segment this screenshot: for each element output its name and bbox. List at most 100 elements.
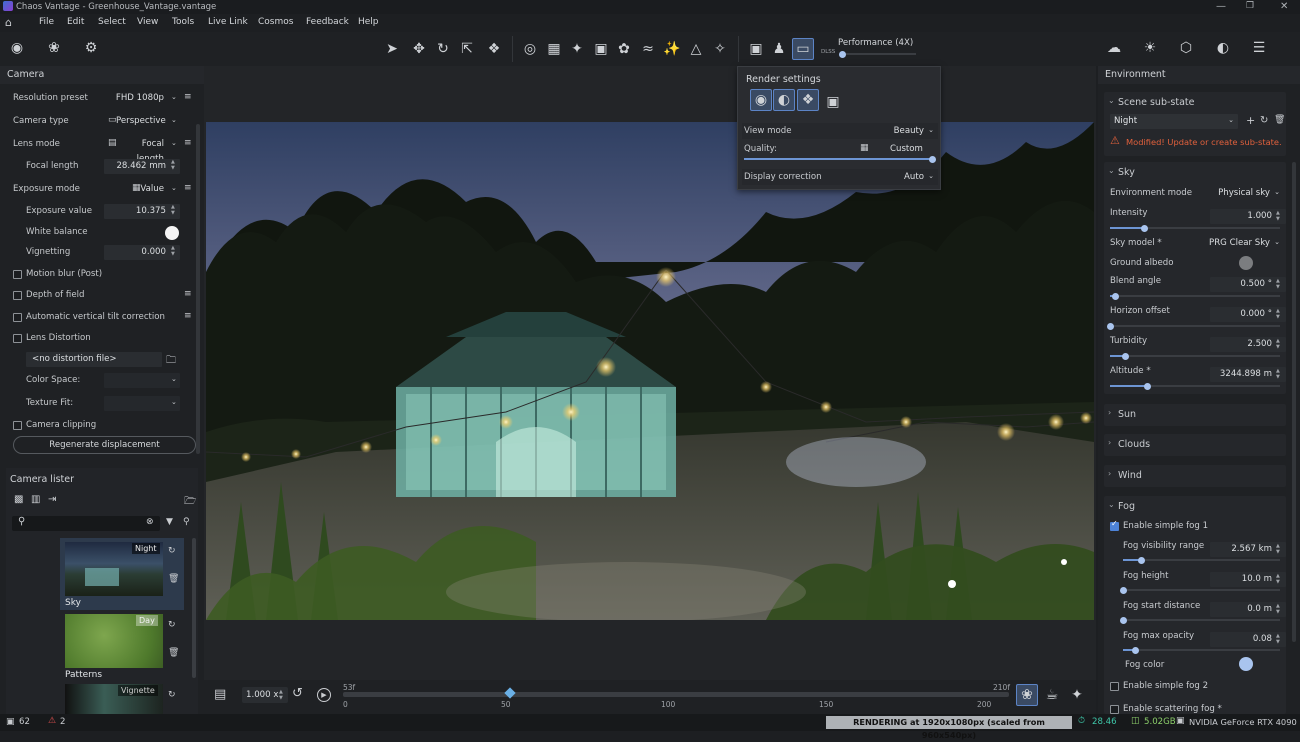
altitude-slider[interactable] xyxy=(1110,382,1280,390)
walk-mode-icon[interactable]: ♟ xyxy=(768,38,790,60)
fog-height-input[interactable]: 10.0 m xyxy=(1210,572,1286,587)
spinner-icon[interactable]: ▲ ▼ xyxy=(1276,633,1284,645)
slider-knob[interactable] xyxy=(1119,586,1127,594)
turbidity-input[interactable]: 2.500 xyxy=(1210,337,1286,352)
fog-opacity-input[interactable]: 0.08 xyxy=(1210,632,1286,647)
menu-tools[interactable]: Tools xyxy=(172,17,194,27)
objects-tab-icon[interactable]: ⬡ xyxy=(1175,37,1197,59)
render-settings-icon[interactable]: ▭ xyxy=(792,38,814,60)
timeline-track[interactable] xyxy=(343,692,1009,697)
turbidity-slider[interactable] xyxy=(1110,352,1280,360)
scatter-tool-icon[interactable]: ✿ xyxy=(613,38,635,60)
spinner-icon[interactable]: ▲ ▼ xyxy=(1276,278,1284,290)
folder-add-icon[interactable]: 🗁 xyxy=(184,494,196,511)
sun-section[interactable]: › Sun xyxy=(1104,404,1286,426)
menu-file[interactable]: File xyxy=(39,17,54,27)
spinner-icon[interactable]: ▲ ▼ xyxy=(1276,338,1284,350)
horizon-offset-slider[interactable] xyxy=(1106,322,1280,330)
intensity-input[interactable]: 1.000 xyxy=(1210,209,1286,224)
view-mode-dropdown[interactable]: Beauty xyxy=(894,126,924,136)
object-tab-icon[interactable]: ❀ xyxy=(43,37,65,59)
render-view[interactable] xyxy=(206,122,1094,620)
refresh-icon[interactable]: ↻ xyxy=(168,690,176,700)
error-icon[interactable]: ⚠ xyxy=(48,716,56,726)
close-icon[interactable]: ✕ xyxy=(1280,1,1288,12)
hq-render-icon[interactable]: ☕ xyxy=(1041,684,1063,706)
spinner-icon[interactable]: ▲ ▼ xyxy=(279,689,286,701)
chevron-down-icon[interactable]: ⌄ xyxy=(1108,96,1115,105)
fog-opacity-slider[interactable] xyxy=(1123,646,1280,654)
quality-slider[interactable] xyxy=(744,155,936,163)
sky-model-dropdown[interactable]: PRG Clear Sky xyxy=(1209,238,1270,248)
layers-tab-icon[interactable]: ☰ xyxy=(1248,37,1270,59)
add-substate-icon[interactable]: + xyxy=(1246,114,1255,127)
camera-item[interactable]: Vignette ↻ xyxy=(60,684,184,714)
camera-item[interactable]: Night Sky ↻ 🗑 xyxy=(60,538,184,610)
enable-fog2-checkbox[interactable] xyxy=(1110,682,1119,691)
slider-knob[interactable] xyxy=(928,155,936,163)
scale-tool-icon[interactable]: ⇱ xyxy=(456,38,478,60)
rotate-tool-icon[interactable]: ↻ xyxy=(432,38,454,60)
move-tool-icon[interactable]: ✥ xyxy=(408,38,430,60)
color-space-dropdown[interactable] xyxy=(104,373,180,388)
slider-knob[interactable] xyxy=(1121,352,1129,360)
ground-albedo-swatch[interactable] xyxy=(1239,256,1253,270)
camera-type-dropdown[interactable]: Perspective xyxy=(116,114,178,129)
depth-of-field-checkbox[interactable] xyxy=(13,291,22,300)
sparkle-tool-icon[interactable]: ✨ xyxy=(661,38,683,60)
display-correction-dropdown[interactable]: Auto xyxy=(904,172,924,182)
folder-icon[interactable]: 🗀 xyxy=(166,353,176,370)
performance-slider[interactable] xyxy=(839,50,916,58)
import-camera-icon[interactable]: ⇥ xyxy=(48,494,56,505)
panel-scrollbar[interactable] xyxy=(1292,162,1296,642)
slider-knob[interactable] xyxy=(1111,292,1119,300)
add-camera-icon[interactable]: ▩ xyxy=(14,494,23,505)
spinner-icon[interactable]: ▲ ▼ xyxy=(1276,210,1284,222)
menu-edit[interactable]: Edit xyxy=(67,17,84,27)
slider-knob[interactable] xyxy=(1106,322,1114,330)
settings-tab-icon[interactable]: ⚙ xyxy=(80,37,102,59)
altitude-input[interactable]: 3244.898 m xyxy=(1210,367,1286,382)
decal-tool-icon[interactable]: ▣ xyxy=(590,38,612,60)
regenerate-displacement-button[interactable]: Regenerate displacement xyxy=(13,436,196,454)
fog-start-slider[interactable] xyxy=(1119,616,1280,624)
slider-knob[interactable] xyxy=(839,50,846,58)
menu-cosmos[interactable]: Cosmos xyxy=(258,17,293,27)
live-render-icon[interactable]: ❀ xyxy=(1016,684,1038,706)
home-icon[interactable]: ⌂ xyxy=(5,16,12,29)
fog-color-swatch[interactable] xyxy=(1239,657,1253,671)
spinner-icon[interactable]: ▲ ▼ xyxy=(171,204,196,216)
clouds-section[interactable]: › Clouds xyxy=(1104,434,1286,456)
menu-select[interactable]: Select xyxy=(98,17,126,27)
sliders-icon[interactable]: ≡ xyxy=(184,311,192,321)
sliders-icon[interactable]: ≡ xyxy=(184,183,192,193)
render-snapshot-icon[interactable]: ▣ xyxy=(822,91,844,113)
wind-tool-icon[interactable]: ≈ xyxy=(637,38,659,60)
chevron-down-icon[interactable]: ⌄ xyxy=(1108,166,1115,175)
focal-length-input[interactable]: 28.462 mm xyxy=(104,159,180,174)
delete-substate-icon[interactable]: 🗑 xyxy=(1274,115,1285,125)
select-tool-icon[interactable]: ➤ xyxy=(381,38,403,60)
lens-distortion-checkbox[interactable] xyxy=(13,334,22,343)
effect-tool-icon[interactable]: ✧ xyxy=(709,38,731,60)
vignetting-input[interactable]: 0.000 xyxy=(104,245,180,260)
sliders-icon[interactable]: ≡ xyxy=(184,92,192,102)
spinner-icon[interactable]: ▲ ▼ xyxy=(171,245,196,257)
menu-view[interactable]: View xyxy=(137,17,158,27)
panel-scrollbar[interactable] xyxy=(196,124,200,454)
blend-angle-slider[interactable] xyxy=(1110,292,1280,300)
quality-preset-icon[interactable]: ▦ xyxy=(860,143,869,153)
chevron-down-icon[interactable]: ⌄ xyxy=(1108,500,1115,509)
horizon-offset-input[interactable]: 0.000 ° xyxy=(1210,307,1286,322)
slider-knob[interactable] xyxy=(1143,382,1151,390)
lens-mode-dropdown[interactable]: Focal length xyxy=(116,137,178,164)
texture-fit-dropdown[interactable] xyxy=(104,396,180,411)
render-mode-realtime-icon[interactable]: ◉ xyxy=(750,89,772,111)
enable-scatter-checkbox[interactable] xyxy=(1110,705,1119,714)
spinner-icon[interactable]: ▲ ▼ xyxy=(1276,543,1284,555)
distortion-file-input[interactable]: <no distortion file> xyxy=(26,352,162,367)
fog-visibility-input[interactable]: 2.567 km xyxy=(1210,542,1286,557)
camera-item[interactable]: Day Patterns ↻ 🗑 xyxy=(60,614,184,680)
slider-knob[interactable] xyxy=(1140,224,1148,232)
animation-icon[interactable]: ▤ xyxy=(214,687,226,702)
